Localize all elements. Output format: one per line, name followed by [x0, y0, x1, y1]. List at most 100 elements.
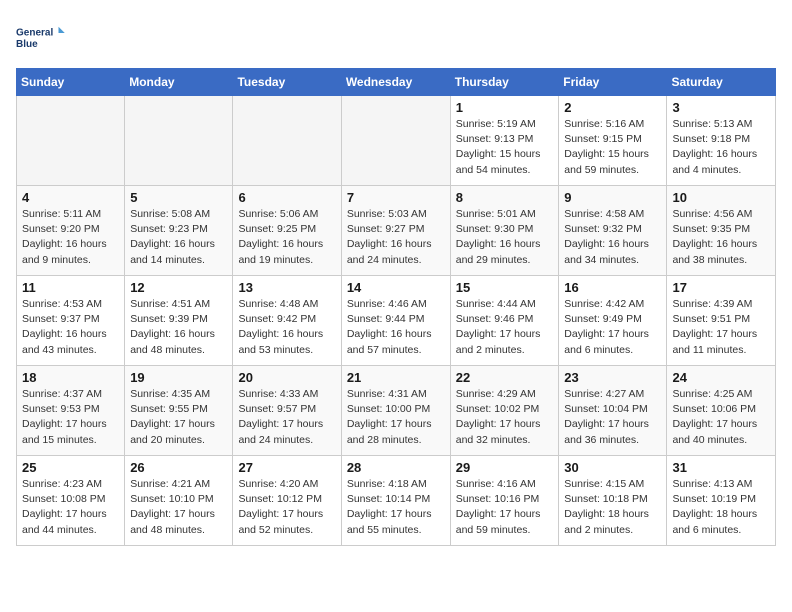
calendar-week-row: 1 Sunrise: 5:19 AM Sunset: 9:13 PM Daylig… [17, 96, 776, 186]
calendar-cell: 23 Sunrise: 4:27 AM Sunset: 10:04 PM Dayl… [559, 366, 667, 456]
day-info: Sunrise: 4:13 AM Sunset: 10:19 PM Daylig… [672, 477, 770, 538]
day-number: 24 [672, 370, 770, 385]
day-number: 25 [22, 460, 119, 475]
day-info: Sunrise: 4:35 AM Sunset: 9:55 PM Dayligh… [130, 387, 227, 448]
calendar-cell: 2Sunrise: 5:16 AM Sunset: 9:15 PM Daylig… [559, 96, 667, 186]
header: General Blue [16, 16, 776, 60]
calendar-cell: 20 Sunrise: 4:33 AM Sunset: 9:57 PM Dayli… [233, 366, 341, 456]
logo: General Blue [16, 16, 66, 60]
day-number: 21 [347, 370, 445, 385]
day-info: Sunrise: 4:16 AM Sunset: 10:16 PM Daylig… [456, 477, 554, 538]
day-info: Sunrise: 4:56 AM Sunset: 9:35 PM Dayligh… [672, 207, 770, 268]
calendar-cell: 5Sunrise: 5:08 AM Sunset: 9:23 PM Daylig… [125, 186, 233, 276]
day-info: Sunrise: 4:23 AM Sunset: 10:08 PM Daylig… [22, 477, 119, 538]
calendar-cell: 19 Sunrise: 4:35 AM Sunset: 9:55 PM Dayli… [125, 366, 233, 456]
calendar-week-row: 18 Sunrise: 4:37 AM Sunset: 9:53 PM Dayli… [17, 366, 776, 456]
calendar-cell: 30 Sunrise: 4:15 AM Sunset: 10:18 PM Dayl… [559, 456, 667, 546]
day-info: Sunrise: 4:15 AM Sunset: 10:18 PM Daylig… [564, 477, 661, 538]
calendar-cell: 18 Sunrise: 4:37 AM Sunset: 9:53 PM Dayli… [17, 366, 125, 456]
day-info: Sunrise: 4:46 AM Sunset: 9:44 PM Dayligh… [347, 297, 445, 358]
day-info: Sunrise: 4:33 AM Sunset: 9:57 PM Dayligh… [238, 387, 335, 448]
calendar-cell: 11 Sunrise: 4:53 AM Sunset: 9:37 PM Dayli… [17, 276, 125, 366]
day-number: 3 [672, 100, 770, 115]
calendar-cell: 31 Sunrise: 4:13 AM Sunset: 10:19 PM Dayl… [667, 456, 776, 546]
day-info: Sunrise: 4:25 AM Sunset: 10:06 PM Daylig… [672, 387, 770, 448]
calendar-cell: 3Sunrise: 5:13 AM Sunset: 9:18 PM Daylig… [667, 96, 776, 186]
day-number: 23 [564, 370, 661, 385]
calendar-cell: 6 Sunrise: 5:06 AM Sunset: 9:25 PM Daylig… [233, 186, 341, 276]
calendar-cell: 9 Sunrise: 4:58 AM Sunset: 9:32 PM Daylig… [559, 186, 667, 276]
weekday-header-row: SundayMondayTuesdayWednesdayThursdayFrid… [17, 69, 776, 96]
calendar-cell: 12Sunrise: 4:51 AM Sunset: 9:39 PM Dayli… [125, 276, 233, 366]
calendar-cell: 27Sunrise: 4:20 AM Sunset: 10:12 PM Dayl… [233, 456, 341, 546]
day-number: 31 [672, 460, 770, 475]
day-number: 20 [238, 370, 335, 385]
day-info: Sunrise: 5:03 AM Sunset: 9:27 PM Dayligh… [347, 207, 445, 268]
day-number: 6 [238, 190, 335, 205]
day-info: Sunrise: 5:01 AM Sunset: 9:30 PM Dayligh… [456, 207, 554, 268]
calendar-week-row: 11 Sunrise: 4:53 AM Sunset: 9:37 PM Dayli… [17, 276, 776, 366]
calendar-cell: 25 Sunrise: 4:23 AM Sunset: 10:08 PM Dayl… [17, 456, 125, 546]
day-number: 13 [238, 280, 335, 295]
day-number: 8 [456, 190, 554, 205]
day-info: Sunrise: 5:16 AM Sunset: 9:15 PM Dayligh… [564, 117, 661, 178]
day-number: 17 [672, 280, 770, 295]
day-info: Sunrise: 4:21 AM Sunset: 10:10 PM Daylig… [130, 477, 227, 538]
day-info: Sunrise: 4:37 AM Sunset: 9:53 PM Dayligh… [22, 387, 119, 448]
weekday-header-cell: Wednesday [341, 69, 450, 96]
day-info: Sunrise: 4:20 AM Sunset: 10:12 PM Daylig… [238, 477, 335, 538]
calendar-cell: 15 Sunrise: 4:44 AM Sunset: 9:46 PM Dayli… [450, 276, 559, 366]
day-info: Sunrise: 5:11 AM Sunset: 9:20 PM Dayligh… [22, 207, 119, 268]
weekday-header-cell: Tuesday [233, 69, 341, 96]
calendar-cell: 13 Sunrise: 4:48 AM Sunset: 9:42 PM Dayli… [233, 276, 341, 366]
day-info: Sunrise: 5:06 AM Sunset: 9:25 PM Dayligh… [238, 207, 335, 268]
calendar-cell: 7 Sunrise: 5:03 AM Sunset: 9:27 PM Daylig… [341, 186, 450, 276]
day-number: 7 [347, 190, 445, 205]
calendar-cell: 1 Sunrise: 5:19 AM Sunset: 9:13 PM Daylig… [450, 96, 559, 186]
calendar-week-row: 25 Sunrise: 4:23 AM Sunset: 10:08 PM Dayl… [17, 456, 776, 546]
calendar-body: 1 Sunrise: 5:19 AM Sunset: 9:13 PM Daylig… [17, 96, 776, 546]
day-number: 26 [130, 460, 227, 475]
day-info: Sunrise: 4:42 AM Sunset: 9:49 PM Dayligh… [564, 297, 661, 358]
calendar-cell: 26 Sunrise: 4:21 AM Sunset: 10:10 PM Dayl… [125, 456, 233, 546]
day-info: Sunrise: 4:53 AM Sunset: 9:37 PM Dayligh… [22, 297, 119, 358]
day-info: Sunrise: 4:51 AM Sunset: 9:39 PM Dayligh… [130, 297, 227, 358]
day-number: 22 [456, 370, 554, 385]
day-number: 18 [22, 370, 119, 385]
calendar-cell: 16Sunrise: 4:42 AM Sunset: 9:49 PM Dayli… [559, 276, 667, 366]
weekday-header-cell: Friday [559, 69, 667, 96]
day-info: Sunrise: 4:29 AM Sunset: 10:02 PM Daylig… [456, 387, 554, 448]
day-number: 15 [456, 280, 554, 295]
day-number: 30 [564, 460, 661, 475]
day-number: 29 [456, 460, 554, 475]
calendar-cell [341, 96, 450, 186]
day-number: 19 [130, 370, 227, 385]
day-info: Sunrise: 4:58 AM Sunset: 9:32 PM Dayligh… [564, 207, 661, 268]
calendar-cell [233, 96, 341, 186]
day-number: 11 [22, 280, 119, 295]
calendar-table: SundayMondayTuesdayWednesdayThursdayFrid… [16, 68, 776, 546]
day-number: 1 [456, 100, 554, 115]
svg-text:General: General [16, 28, 53, 39]
day-info: Sunrise: 4:48 AM Sunset: 9:42 PM Dayligh… [238, 297, 335, 358]
calendar-cell: 24 Sunrise: 4:25 AM Sunset: 10:06 PM Dayl… [667, 366, 776, 456]
calendar-cell: 10Sunrise: 4:56 AM Sunset: 9:35 PM Dayli… [667, 186, 776, 276]
day-info: Sunrise: 5:19 AM Sunset: 9:13 PM Dayligh… [456, 117, 554, 178]
day-info: Sunrise: 4:31 AM Sunset: 10:00 PM Daylig… [347, 387, 445, 448]
calendar-cell [125, 96, 233, 186]
day-info: Sunrise: 5:08 AM Sunset: 9:23 PM Dayligh… [130, 207, 227, 268]
calendar-cell: 28Sunrise: 4:18 AM Sunset: 10:14 PM Dayl… [341, 456, 450, 546]
weekday-header-cell: Monday [125, 69, 233, 96]
logo-svg: General Blue [16, 16, 66, 60]
day-info: Sunrise: 4:39 AM Sunset: 9:51 PM Dayligh… [672, 297, 770, 358]
calendar-cell: 4Sunrise: 5:11 AM Sunset: 9:20 PM Daylig… [17, 186, 125, 276]
day-number: 9 [564, 190, 661, 205]
calendar-cell: 21 Sunrise: 4:31 AM Sunset: 10:00 PM Dayl… [341, 366, 450, 456]
day-number: 14 [347, 280, 445, 295]
calendar-cell: 8 Sunrise: 5:01 AM Sunset: 9:30 PM Daylig… [450, 186, 559, 276]
weekday-header-cell: Thursday [450, 69, 559, 96]
svg-text:Blue: Blue [16, 39, 38, 50]
weekday-header-cell: Sunday [17, 69, 125, 96]
day-info: Sunrise: 4:27 AM Sunset: 10:04 PM Daylig… [564, 387, 661, 448]
day-info: Sunrise: 4:44 AM Sunset: 9:46 PM Dayligh… [456, 297, 554, 358]
